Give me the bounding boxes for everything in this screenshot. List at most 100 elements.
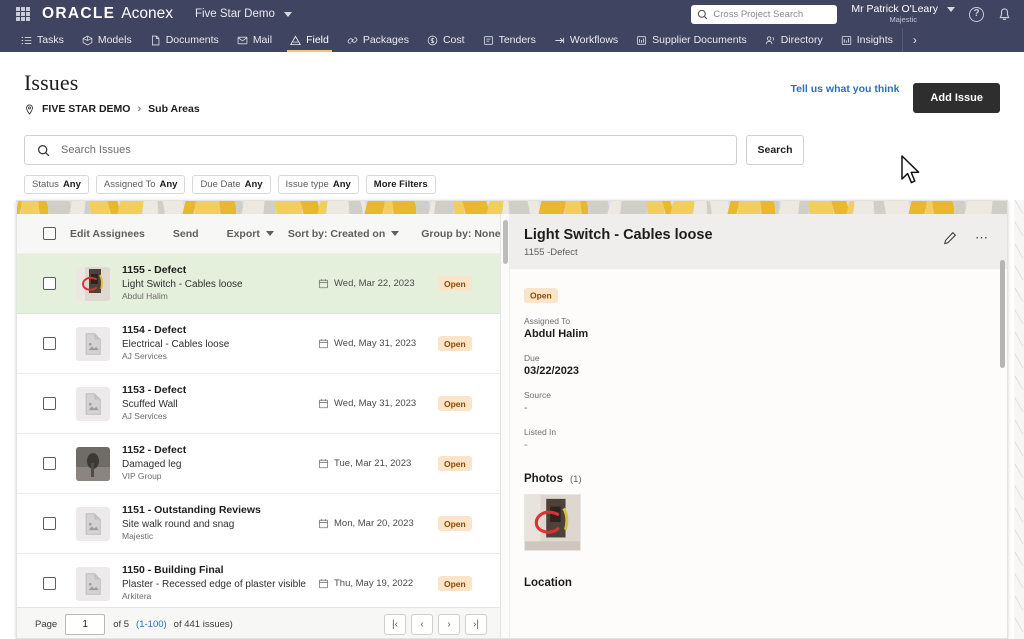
next-page-button[interactable]: › [438, 613, 460, 635]
notification-bell-icon[interactable] [997, 7, 1012, 22]
row-organization: Abdul Halim [122, 291, 168, 302]
grid-icon[interactable] [16, 7, 30, 21]
list-scrollbar[interactable] [501, 214, 510, 638]
sort-chevron-down-icon[interactable] [391, 231, 400, 236]
nav-tab-directory[interactable]: Directory [756, 28, 832, 52]
banner-stripe [564, 201, 582, 214]
row-due-date: Wed, Mar 22, 2023 [318, 278, 438, 289]
row-status: Open [438, 396, 500, 411]
sort-by-button[interactable]: Sort by: Created on [274, 228, 399, 240]
breadcrumb: FIVE STAR DEMO › Sub Areas [24, 103, 200, 115]
export-chevron-down-icon[interactable] [265, 231, 274, 236]
prev-page-button[interactable]: ‹ [411, 613, 433, 635]
nav-tab-label: Supplier Documents [652, 34, 747, 46]
search-input[interactable] [61, 144, 724, 156]
filter-chip-issue-type[interactable]: Issue type Any [277, 175, 359, 194]
nav-tab-workflows[interactable]: Workflows [545, 28, 627, 52]
project-selector-label[interactable]: Five Star Demo [195, 8, 275, 20]
feedback-link[interactable]: Tell us what you think [791, 83, 900, 95]
banner-stripe [434, 201, 455, 214]
field-value-due: 03/22/2023 [524, 365, 580, 377]
banner-stripe [883, 201, 912, 214]
row-checkbox[interactable] [43, 517, 56, 530]
row-date-text: Wed, May 31, 2023 [334, 398, 417, 409]
row-checkbox[interactable] [43, 457, 56, 470]
nav-tab-mail[interactable]: Mail [228, 28, 281, 52]
row-checkbox[interactable] [43, 337, 56, 350]
row-checkbox[interactable] [43, 577, 56, 590]
nav-tab-tenders[interactable]: Tenders [474, 28, 545, 52]
nav-tab-models[interactable]: Models [73, 28, 141, 52]
more-filters-button[interactable]: More Filters [365, 175, 436, 194]
row-due-date: Wed, May 31, 2023 [318, 398, 438, 409]
search-icon [38, 144, 50, 156]
filter-chip-due-date[interactable]: Due Date Any [192, 175, 271, 194]
field-label-assigned-to: Assigned To [524, 316, 571, 326]
table-row[interactable]: 1151 - Outstanding Reviews Site walk roun… [17, 494, 500, 554]
nav-tab-field[interactable]: Field [281, 28, 338, 52]
last-page-button[interactable]: ›| [465, 613, 487, 635]
nav-overflow-button[interactable]: › [901, 28, 927, 52]
page-number-input[interactable] [65, 613, 106, 635]
banner-stripe [778, 201, 801, 214]
help-icon[interactable]: ? [969, 6, 984, 22]
table-row[interactable]: 1154 - Defect Electrical - Cables loose AJ… [17, 314, 500, 374]
background-texture [1014, 200, 1024, 639]
banner-stripe [693, 201, 708, 214]
add-issue-button[interactable]: Add Issue [913, 83, 1000, 113]
cross-project-search-input[interactable] [713, 8, 832, 20]
search-issues-box[interactable] [24, 135, 737, 165]
filter-chip-assigned-to[interactable]: Assigned To Any [95, 175, 186, 194]
group-by-button[interactable]: Group by: None [399, 228, 514, 240]
row-organization: Majestic [122, 531, 154, 542]
row-text: 1150 - Building Final Plaster - Recessed … [122, 564, 318, 602]
nav-tab-label: Mail [252, 34, 273, 46]
search-button[interactable]: Search [746, 135, 804, 165]
chevron-down-icon[interactable] [283, 11, 292, 17]
user-menu[interactable]: Mr Patrick O'Leary Majestic [851, 4, 955, 24]
chevron-down-icon[interactable] [947, 7, 955, 13]
nav-tab-packages[interactable]: Packages [338, 28, 418, 52]
row-checkbox[interactable] [43, 277, 56, 290]
detail-header-text: Light Switch - Cables loose 1155 -Defect [524, 227, 713, 258]
breadcrumb-root[interactable]: FIVE STAR DEMO [42, 103, 130, 115]
row-description: Electrical - Cables loose [122, 339, 230, 351]
more-options-icon[interactable]: ⋯ [975, 230, 989, 246]
table-row[interactable]: 1152 - Defect Damaged leg VIP Group Tue, Ma… [17, 434, 500, 494]
nav-tab-label: Tasks [37, 34, 64, 46]
row-checkbox[interactable] [43, 397, 56, 410]
export-button[interactable]: Export [213, 228, 274, 240]
models-icon [82, 35, 93, 45]
cross-project-search[interactable] [691, 4, 838, 24]
nav-tab-tasks[interactable]: Tasks [12, 28, 73, 52]
row-date-text: Thu, May 19, 2022 [334, 578, 414, 589]
filter-label: Status [32, 179, 59, 190]
detail-actions: ⋯ [943, 227, 989, 246]
field-value-source: - [524, 402, 528, 414]
table-row[interactable]: 1150 - Building Final Plaster - Recessed … [17, 554, 500, 607]
scrollbar-thumb[interactable] [503, 220, 508, 264]
banner-stripe [194, 201, 221, 214]
nav-tab-label: Cost [442, 34, 465, 46]
detail-scrollbar-thumb[interactable] [1000, 260, 1005, 368]
photo-thumbnail[interactable] [524, 494, 581, 551]
banner-stripe [326, 201, 350, 214]
select-all-checkbox[interactable] [43, 227, 56, 240]
table-row[interactable]: 1153 - Defect Scuffed Wall AJ Services Wed,… [17, 374, 500, 434]
pencil-edit-icon[interactable] [943, 231, 957, 245]
breadcrumb-current[interactable]: Sub Areas [148, 103, 200, 115]
total-issues-label: of 441 issues) [173, 618, 233, 630]
table-row[interactable]: 1155 - Defect Light Switch - Cables loose… [17, 254, 500, 314]
field-label-listed-in: Listed In [524, 427, 557, 437]
field-value-assigned-to: Abdul Halim [524, 328, 589, 340]
nav-tab-documents[interactable]: Documents [141, 28, 228, 52]
tasks-icon [21, 36, 32, 44]
page-range-link[interactable]: (1-100) [136, 619, 167, 630]
nav-tab-cost[interactable]: Cost [418, 28, 474, 52]
send-button[interactable]: Send [159, 228, 213, 240]
nav-tab-insights[interactable]: Insights [832, 28, 902, 52]
nav-tab-supplier-documents[interactable]: Supplier Documents [627, 28, 756, 52]
edit-assignees-button[interactable]: Edit Assignees [56, 228, 159, 240]
first-page-button[interactable]: |‹ [384, 613, 406, 635]
filter-chip-status[interactable]: Status Any [24, 175, 89, 194]
